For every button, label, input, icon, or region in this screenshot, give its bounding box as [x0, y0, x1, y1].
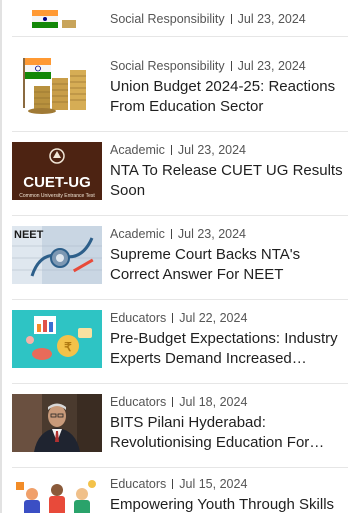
article-category[interactable]: Social Responsibility	[110, 12, 225, 26]
article-category[interactable]: Educators	[110, 311, 166, 325]
neet-stethoscope-image: NEET	[12, 226, 102, 284]
article-item[interactable]: Educators Jul 15, 2024 Empowering Youth T…	[12, 468, 348, 513]
article-date: Jul 23, 2024	[237, 12, 306, 26]
article-meta: Social Responsibility Jul 23, 2024	[110, 59, 306, 73]
cuet-ug-logo-image: CUET-UG Common University Entrance Test	[12, 142, 102, 200]
article-meta: Educators Jul 15, 2024	[110, 477, 247, 491]
article-meta: Educators Jul 22, 2024	[110, 311, 247, 325]
article-title[interactable]: BITS Pilani Hyderabad: Revolutionising E…	[110, 413, 348, 453]
left-border	[0, 0, 2, 513]
article-date: Jul 22, 2024	[179, 311, 248, 325]
cuet-logo-text: CUET-UG	[23, 174, 91, 191]
article-item[interactable]: CUET-UG Common University Entrance Test …	[12, 132, 348, 216]
article-title[interactable]: NTA To Release CUET UG Results Soon	[110, 161, 348, 201]
article-item[interactable]: NEET Academic Jul 23, 2024 Supreme Court …	[12, 216, 348, 300]
budget-illustration-image: ₹	[12, 310, 102, 368]
article-title[interactable]: Empowering Youth Through Skills	[110, 495, 348, 513]
meta-separator	[170, 145, 172, 155]
meta-separator	[172, 479, 174, 489]
article-item[interactable]: Educators Jul 18, 2024 BITS Pilani Hydera…	[12, 384, 348, 468]
article-thumbnail[interactable]: NEET	[12, 226, 102, 284]
article-thumbnail[interactable]	[12, 394, 102, 452]
meta-separator	[172, 313, 174, 323]
article-meta: Academic Jul 23, 2024	[110, 227, 246, 241]
article-category[interactable]: Educators	[110, 395, 166, 409]
neet-logo-text: NEET	[14, 229, 44, 241]
svg-text:₹: ₹	[64, 340, 72, 354]
article-category[interactable]: Academic	[110, 143, 165, 157]
article-thumbnail[interactable]	[12, 476, 102, 513]
article-item[interactable]: ₹ Educators Jul 22, 2024 Pre-Budget Expec…	[12, 300, 348, 384]
meta-separator	[230, 61, 232, 71]
article-thumbnail[interactable]	[12, 56, 102, 114]
meta-separator	[170, 229, 172, 239]
article-item[interactable]: Social Responsibility Jul 23, 2024	[12, 0, 348, 37]
article-thumbnail[interactable]: ₹	[12, 310, 102, 368]
article-category[interactable]: Academic	[110, 227, 165, 241]
article-title[interactable]: Union Budget 2024-25: Reactions From Edu…	[110, 77, 348, 117]
cuet-logo-subtext: Common University Entrance Test	[19, 193, 95, 199]
article-date: Jul 23, 2024	[237, 59, 306, 73]
article-meta: Academic Jul 23, 2024	[110, 143, 246, 157]
meta-separator	[230, 14, 232, 24]
article-category[interactable]: Educators	[110, 477, 166, 491]
meta-separator	[172, 397, 174, 407]
article-category[interactable]: Social Responsibility	[110, 59, 225, 73]
article-date: Jul 23, 2024	[177, 227, 246, 241]
article-date: Jul 15, 2024	[179, 477, 248, 491]
india-flag-coins-image	[12, 56, 102, 114]
article-thumbnail[interactable]	[12, 0, 102, 30]
person-portrait-image	[12, 394, 102, 452]
article-meta: Social Responsibility Jul 23, 2024	[110, 12, 306, 26]
article-date: Jul 23, 2024	[177, 143, 246, 157]
article-title[interactable]: Pre-Budget Expectations: Industry Expert…	[110, 329, 348, 369]
article-date: Jul 18, 2024	[179, 395, 248, 409]
youth-illustration-image	[12, 476, 102, 513]
article-title[interactable]: Supreme Court Backs NTA's Correct Answer…	[110, 245, 348, 285]
article-item[interactable]: Social Responsibility Jul 23, 2024 Union …	[12, 37, 348, 132]
article-meta: Educators Jul 18, 2024	[110, 395, 247, 409]
article-thumbnail[interactable]: CUET-UG Common University Entrance Test	[12, 142, 102, 200]
